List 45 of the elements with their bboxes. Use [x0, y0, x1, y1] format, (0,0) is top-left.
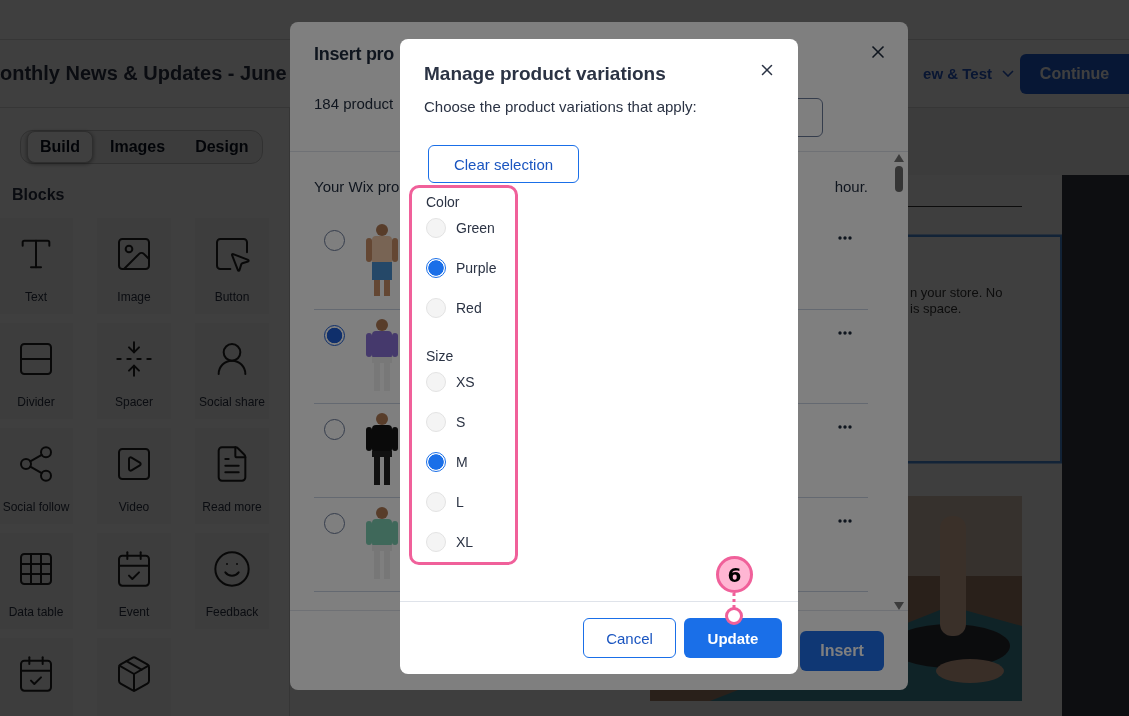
scroll-down-icon [894, 602, 904, 610]
radio-button[interactable] [324, 230, 345, 251]
more-button[interactable] [838, 519, 852, 523]
update-button[interactable]: Update [684, 618, 782, 658]
chevron-icon [1002, 70, 1014, 77]
smiley-icon [212, 549, 252, 589]
group-label: Color [426, 193, 461, 211]
insert-button[interactable]: Insert [800, 630, 884, 671]
option-label[interactable]: Purple [426, 248, 515, 288]
scrollbar[interactable] [893, 154, 905, 610]
more-button[interactable] [838, 425, 852, 429]
option-label[interactable]: L [426, 482, 515, 522]
option-label[interactable]: S [426, 402, 515, 442]
sidebar-tab[interactable]: Build [27, 131, 93, 163]
option-label[interactable]: Green [426, 208, 515, 248]
option-label[interactable]: M [426, 442, 515, 482]
radio-button[interactable] [324, 419, 345, 440]
more-button[interactable] [838, 236, 852, 240]
more-icon [838, 425, 852, 429]
radio-button[interactable] [426, 452, 446, 472]
dialog-subtitle: Choose the product variations that apply: [424, 98, 697, 115]
scroll-thumb[interactable] [895, 166, 903, 192]
scroll-up-icon [894, 154, 904, 162]
option-label[interactable]: XL [426, 522, 515, 562]
product-count: 184 product [314, 95, 394, 112]
more-button[interactable] [838, 331, 852, 335]
dialog-title: Insert pro [314, 44, 394, 65]
more-icon [838, 236, 852, 240]
radio-button[interactable] [426, 258, 446, 278]
radio-button[interactable] [324, 325, 345, 346]
more-icon [838, 331, 852, 335]
dialog-title: Manage product variations [424, 63, 666, 85]
group-label: Size [426, 347, 455, 365]
clear-selection-button[interactable]: Clear selection [428, 145, 579, 183]
leader-line [724, 593, 744, 627]
sidebar-tab[interactable]: Design [182, 131, 262, 163]
info-text: hour. [834, 178, 868, 195]
info-text: Your Wix pro [314, 178, 400, 195]
sidebar-tab[interactable]: Images [97, 131, 179, 163]
spacer-icon [114, 339, 154, 379]
radio-button[interactable] [324, 513, 345, 534]
option-label[interactable]: Red [426, 288, 515, 328]
option-label[interactable]: XS [426, 362, 515, 402]
more-icon [838, 519, 852, 523]
cancel-button[interactable]: Cancel [583, 618, 676, 658]
